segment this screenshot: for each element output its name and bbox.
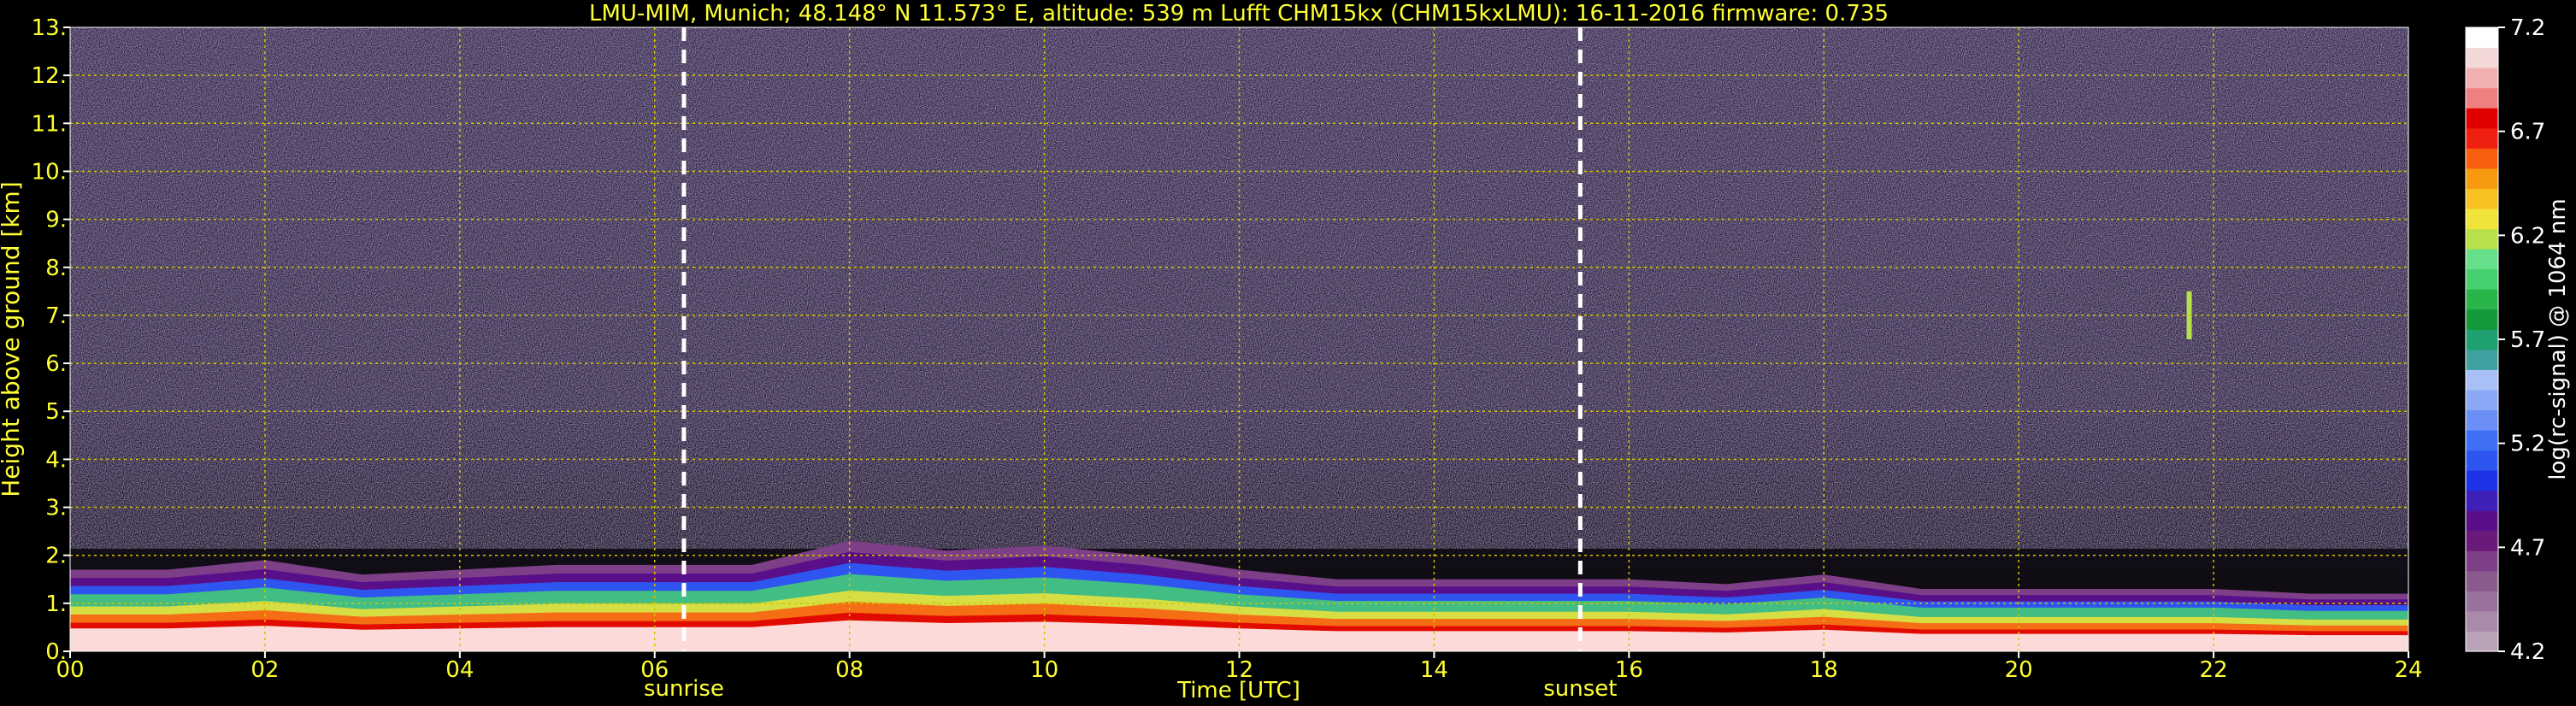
colorbar-tick-label: 5.2 <box>2510 432 2545 457</box>
colorbar-swatch <box>2466 510 2498 532</box>
x-tick-label: 16 <box>1615 657 1643 683</box>
y-tick-label: 10. <box>32 159 67 185</box>
colorbar-swatch <box>2466 127 2498 149</box>
plot-area <box>69 26 2409 652</box>
x-tick-label: 20 <box>2005 657 2033 683</box>
colorbar-swatch <box>2466 108 2498 129</box>
sunset-label: sunset <box>1543 676 1617 702</box>
chart-title: LMU-MIM, Munich; 48.148° N 11.573° E, al… <box>589 1 1889 26</box>
colorbar: 4.2 4.7 5.2 5.7 6.2 6.7 7.2 log(rc-signal) @ 1… <box>2465 15 2571 665</box>
y-tick-label: 1. <box>45 591 67 617</box>
colorbar-swatch <box>2466 148 2498 169</box>
x-axis-label: Time [UTC] <box>1176 678 1300 703</box>
y-tick-label: 3. <box>45 496 67 521</box>
y-tick-label: 6. <box>45 351 67 377</box>
colorbar-swatch <box>2466 289 2498 310</box>
colorbar-swatch <box>2466 450 2498 471</box>
y-tick-label: 5. <box>45 399 67 425</box>
colorbar-swatch <box>2466 550 2498 572</box>
colorbar-swatch <box>2466 249 2498 270</box>
colorbar-swatch <box>2466 208 2498 230</box>
colorbar-tick-label: 5.7 <box>2510 327 2545 353</box>
colorbar-swatch <box>2466 188 2498 209</box>
lidar-ceilometer-chart: 0.1.2.3.4.5.6.7.8.9.10.11.12.13. 00 02 04 0… <box>0 1 2571 703</box>
colorbar-swatch <box>2466 591 2498 612</box>
colorbar-swatch <box>2466 409 2498 431</box>
x-tick-label: 10 <box>1030 657 1058 683</box>
x-tick-label: 04 <box>445 657 474 683</box>
x-tick-label: 14 <box>1420 657 1448 683</box>
colorbar-tick-label: 4.2 <box>2510 639 2545 665</box>
colorbar-swatch <box>2466 329 2498 350</box>
colorbar-tick-label: 6.7 <box>2510 120 2545 145</box>
colorbar-swatch <box>2466 570 2498 591</box>
y-tick-label: 12. <box>32 63 67 89</box>
x-tick-label: 24 <box>2394 657 2422 683</box>
y-axis-label: Height above ground [km] <box>0 181 25 497</box>
colorbar-tick-label: 7.2 <box>2510 15 2545 41</box>
colorbar-swatch <box>2466 168 2498 189</box>
x-tick-label: 00 <box>56 657 84 683</box>
y-tick-label: 8. <box>45 256 67 281</box>
colorbar-swatch <box>2466 309 2498 330</box>
colorbar-swatch <box>2466 228 2498 250</box>
colorbar-swatches <box>2466 27 2498 652</box>
colorbar-swatch <box>2466 389 2498 411</box>
y-tick-label: 4. <box>45 447 67 473</box>
colorbar-swatch <box>2466 610 2498 632</box>
colorbar-swatch <box>2466 470 2498 491</box>
colorbar-swatch <box>2466 429 2498 451</box>
colorbar-swatch <box>2466 369 2498 391</box>
y-axis-ticks: 0.1.2.3.4.5.6.7.8.9.10.11.12.13. <box>32 15 70 665</box>
colorbar-swatch <box>2466 47 2498 68</box>
colorbar-ticks: 4.2 4.7 5.2 5.7 6.2 6.7 7.2 <box>2498 15 2545 665</box>
colorbar-swatch <box>2466 530 2498 551</box>
colorbar-swatch <box>2466 631 2498 652</box>
x-tick-label: 22 <box>2200 657 2228 683</box>
colorbar-swatch <box>2466 87 2498 109</box>
y-tick-label: 9. <box>45 208 67 233</box>
colorbar-swatch <box>2466 68 2498 89</box>
colorbar-swatch <box>2466 268 2498 290</box>
colorbar-swatch <box>2466 490 2498 511</box>
sun-event-labels: sunrise sunset <box>644 676 1618 702</box>
colorbar-swatch <box>2466 349 2498 370</box>
y-tick-label: 11. <box>32 111 67 137</box>
y-tick-label: 13. <box>32 15 67 41</box>
colorbar-tick-label: 6.2 <box>2510 223 2545 249</box>
x-tick-label: 08 <box>835 657 864 683</box>
y-tick-label: 7. <box>45 303 67 329</box>
y-tick-label: 2. <box>45 544 67 569</box>
colorbar-tick-label: 4.7 <box>2510 535 2545 561</box>
colorbar-label: log(rc-signal) @ 1064 nm <box>2545 198 2571 479</box>
x-tick-label: 02 <box>251 657 279 683</box>
x-tick-label: 18 <box>1810 657 1838 683</box>
sunrise-label: sunrise <box>644 676 724 702</box>
colorbar-swatch <box>2466 27 2498 49</box>
